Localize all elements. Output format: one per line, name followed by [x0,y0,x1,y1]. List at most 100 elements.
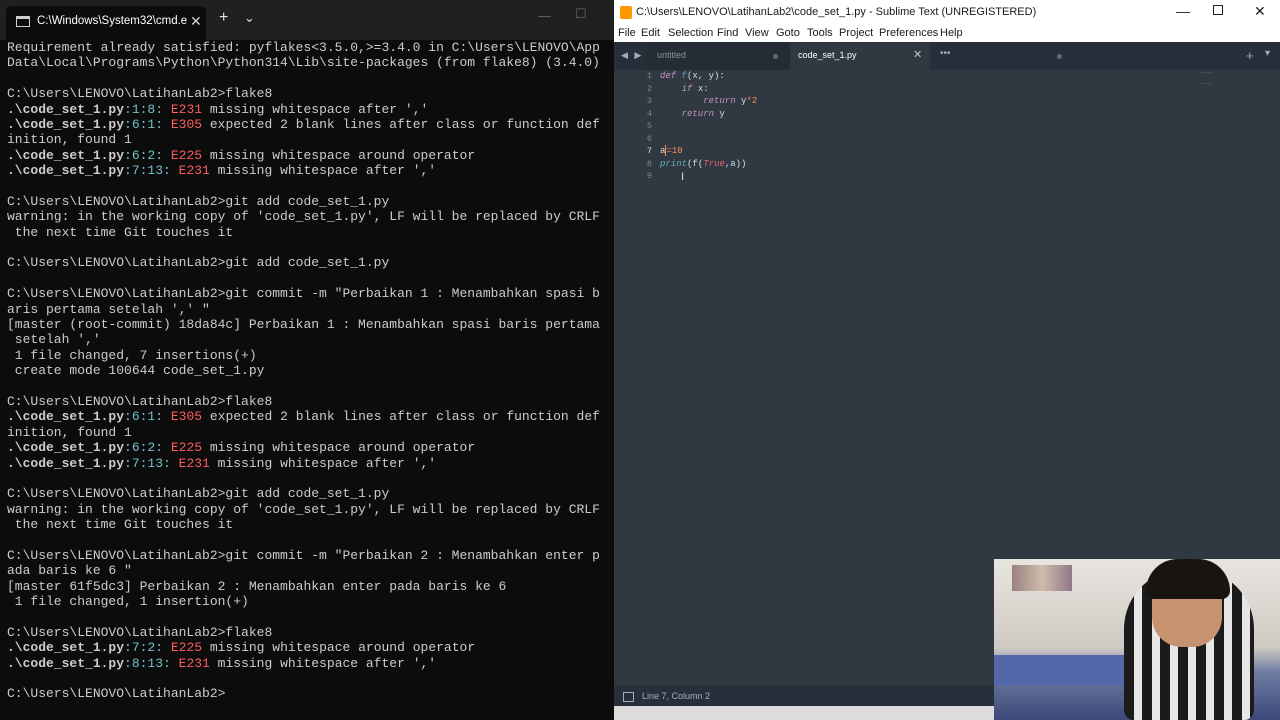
menu-help[interactable]: Help [940,27,963,39]
code-area[interactable]: def f(x, y): if x: return y*2 return y a… [660,70,757,183]
cmd-line: the next time Git touches it [7,224,234,240]
line-number: 8 [646,158,652,169]
cursor-position: Line 7, Column 2 [642,691,711,701]
code-line-3: return y*2 [703,96,758,106]
chevron-down-icon[interactable]: ⌄ [244,10,255,26]
tab-list-icon[interactable]: ▾ [1265,48,1270,59]
cmd-line: ada baris ke 6 " [7,563,132,579]
cmd-line [7,240,614,255]
cmd-line: .\code_set_1.py:1:8: E231 missing whites… [7,101,429,117]
code-line-1: def f(x, y): [660,71,725,81]
close-button[interactable]: ✕ [1254,3,1266,20]
panel-toggle-icon[interactable] [623,692,634,702]
cmd-line: inition, found 1 [7,132,132,148]
menu-project[interactable]: Project [839,27,873,39]
cmd-line: .\code_set_1.py:6:2: E225 missing whites… [7,147,476,163]
line-number: 4 [646,108,652,119]
webcam-overlay [994,559,1280,720]
cmd-line [7,471,614,486]
line-number: 2 [646,83,652,94]
menu-bar: File Edit Selection Find View Goto Tools… [614,26,1280,42]
person-hair [1146,559,1230,599]
cmd-tab-title: C:\Windows\System32\cmd.e [37,15,188,27]
close-tab-icon[interactable]: ✕ [190,13,202,30]
cmd-line: C:\Users\LENOVO\LatihanLab2>git add code… [7,193,390,209]
cmd-line: .\code_set_1.py:7:13: E231 missing white… [7,163,437,179]
cmd-line: setelah ',' [7,332,101,348]
menu-selection[interactable]: Selection [668,27,713,39]
cmd-line: C:\Users\LENOVO\LatihanLab2>flake8 [7,393,273,409]
tab-label: untitled [657,50,687,60]
maximize-icon[interactable] [1213,5,1223,15]
line-number: 1 [646,71,652,81]
cmd-line [7,671,614,686]
cmd-line: [master (root-commit) 18da84c] Perbaikan… [7,317,600,333]
cmd-line [7,179,614,194]
cmd-line [7,609,614,624]
cmd-line: Data\Local\Programs\Python\Python314\Lib… [7,55,600,71]
cmd-line: C:\Users\LENOVO\LatihanLab2>flake8 [7,86,273,102]
minimap[interactable] [1200,72,1212,84]
menu-goto[interactable]: Goto [776,27,800,39]
new-tab-button[interactable]: + [219,9,228,27]
line-number: 3 [646,96,652,106]
terminal-icon [16,16,30,27]
tab-nav-arrows-icon[interactable]: ◀ ▶ [621,50,643,61]
code-line-7: a=10 [660,145,683,157]
cmd-line: .\code_set_1.py:7:2: E225 missing whites… [7,640,476,656]
tab-untitled[interactable]: untitled [646,42,790,70]
tab-code-set-1[interactable]: code_set_1.py ✕ [790,42,930,70]
minimize-button[interactable]: — [538,8,551,23]
cmd-line: 1 file changed, 7 insertions(+) [7,347,257,363]
cmd-line: .\code_set_1.py:8:13: E231 missing white… [7,655,437,671]
cmd-line [7,271,614,286]
line-number: 9 [646,171,652,181]
cmd-output[interactable]: Requirement already satisfied: pyflakes<… [7,40,614,702]
tab-label: code_set_1.py [798,50,857,60]
cmd-tab[interactable]: C:\Windows\System32\cmd.e ✕ [6,6,206,40]
cmd-line: .\code_set_1.py:6:2: E225 missing whites… [7,440,476,456]
menu-view[interactable]: View [745,27,769,39]
cmd-line: C:\Users\LENOVO\LatihanLab2>git commit -… [7,286,600,302]
line-gutter: 1 2 3 4 5 6 7 8 9 [614,70,652,183]
cmd-line: .\code_set_1.py:7:13: E231 missing white… [7,455,437,471]
sublime-titlebar: C:\Users\LENOVO\LatihanLab2\code_set_1.p… [614,0,1280,26]
cmd-line: .\code_set_1.py:6:1: E305 expected 2 bla… [7,116,600,132]
cmd-line: create mode 100644 code_set_1.py [7,363,265,379]
add-tab-button[interactable]: + [1246,48,1254,63]
menu-find[interactable]: Find [717,27,738,39]
close-tab-icon[interactable]: ✕ [913,48,922,61]
cmd-line: warning: in the working copy of 'code_se… [7,501,600,517]
maximize-button[interactable]: ☐ [575,6,587,22]
menu-tools[interactable]: Tools [807,27,833,39]
line-number: 7 [646,146,652,156]
menu-preferences[interactable]: Preferences [879,27,938,39]
cmd-line: aris pertama setelah ',' " [7,301,210,317]
wall-poster [1012,565,1072,591]
cmd-line: Requirement already satisfied: pyflakes<… [7,40,600,55]
cmd-line: C:\Users\LENOVO\LatihanLab2>git add code… [7,486,390,502]
dot-icon [1057,54,1062,59]
unsaved-dot-icon [773,54,778,59]
more-icon[interactable]: ••• [940,48,951,59]
menu-file[interactable]: File [618,27,636,39]
cmd-line [7,71,614,86]
cmd-line: 1 file changed, 1 insertion(+) [7,594,249,610]
cmd-window: C:\Windows\System32\cmd.e ✕ + ⌄ — ☐ Requ… [0,0,614,720]
cmd-line [7,379,614,394]
cmd-line: inition, found 1 [7,424,132,440]
cmd-line: the next time Git touches it [7,517,234,533]
minimize-button[interactable]: — [1176,3,1190,19]
window-title: C:\Users\LENOVO\LatihanLab2\code_set_1.p… [636,6,1037,18]
sublime-logo-icon [620,6,632,19]
cmd-line: warning: in the working copy of 'code_se… [7,209,600,225]
cmd-titlebar: C:\Windows\System32\cmd.e ✕ + ⌄ — ☐ [0,0,614,40]
menu-edit[interactable]: Edit [641,27,660,39]
cmd-line: C:\Users\LENOVO\LatihanLab2> [7,686,226,702]
cmd-line: [master 61f5dc3] Perbaikan 2 : Menambahk… [7,578,507,594]
code-line-8: print(f(True,a)) [660,158,747,169]
ibeam-cursor-icon: I [681,171,685,183]
